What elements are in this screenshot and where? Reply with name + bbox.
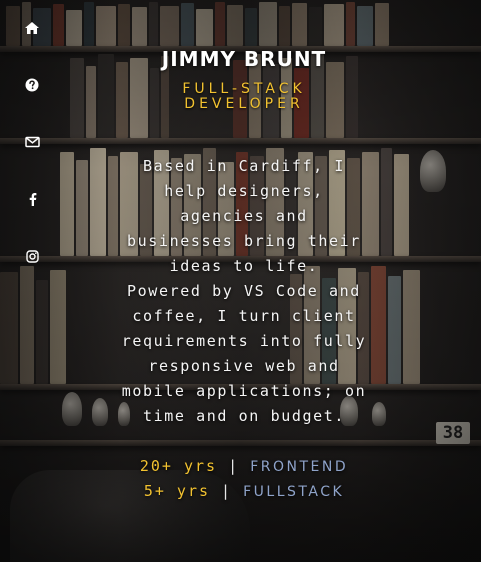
page-title: JIMMY BRUNT xyxy=(161,47,327,71)
envelope-icon xyxy=(24,136,40,148)
home-icon xyxy=(25,22,39,34)
experience-area: FRONTEND xyxy=(250,459,349,475)
experience-area: FULLSTACK xyxy=(243,484,345,500)
sidebar-item-about[interactable] xyxy=(18,71,46,99)
sidebar-item-contact[interactable] xyxy=(18,128,46,156)
sidebar-item-home[interactable] xyxy=(18,14,46,42)
bio-paragraph: Based in Cardiff, I help designers, agen… xyxy=(127,157,361,275)
instagram-icon xyxy=(25,249,39,263)
bio-paragraph: Powered by VS Code and coffee, I turn cl… xyxy=(121,282,367,425)
experience-line: 20+ yrs | FRONTEND xyxy=(100,454,388,480)
experience-years: 20+ yrs xyxy=(139,457,218,475)
experience-separator: | xyxy=(228,457,240,475)
sidebar-item-facebook[interactable] xyxy=(18,185,46,213)
sidebar-item-instagram[interactable] xyxy=(18,242,46,270)
experience-separator: | xyxy=(221,482,233,500)
experience-years: 5+ yrs xyxy=(143,482,211,500)
sidebar-nav xyxy=(0,0,60,562)
experience-line: 5+ yrs | FULLSTACK xyxy=(100,479,388,505)
question-icon xyxy=(25,78,39,92)
job-title: FULL-STACK DEVELOPER xyxy=(182,81,306,112)
facebook-icon xyxy=(29,193,36,206)
